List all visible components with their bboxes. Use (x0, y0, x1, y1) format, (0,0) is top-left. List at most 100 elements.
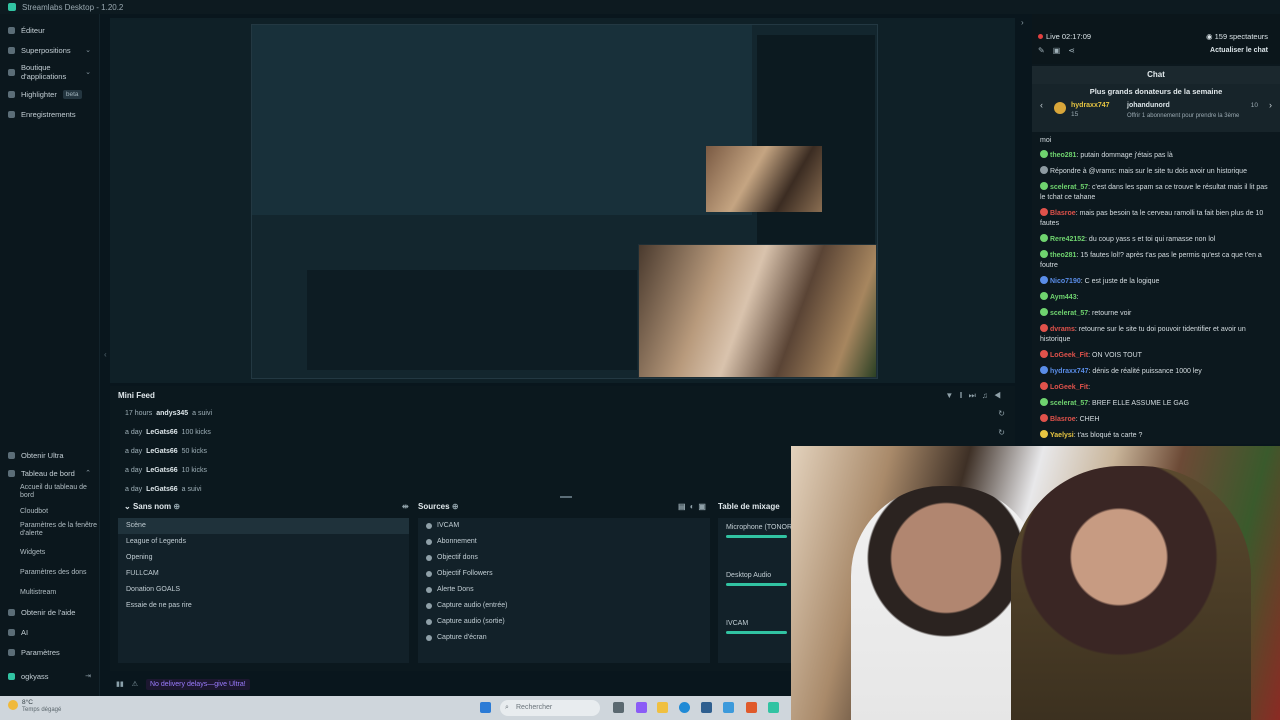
scene-item[interactable]: Opening (118, 550, 409, 566)
sidebar-sub-label: Paramètres de la fenêtre d'alerte (20, 522, 98, 537)
add-source-icon[interactable]: ⊕ (452, 502, 459, 511)
edge-icon[interactable] (679, 702, 690, 713)
sidebar-user[interactable]: ogkyass ⇥ (0, 662, 99, 690)
source-item[interactable]: Abonnement (418, 534, 710, 550)
sidebar-item-help[interactable]: Obtenir de l'aide (0, 602, 99, 622)
copilot-icon[interactable] (636, 702, 647, 713)
gear-icon (8, 648, 15, 656)
sidebar-sub-multistream[interactable]: Multistream (0, 584, 99, 602)
sidebar-item-app-store[interactable]: Boutique d'applications ⌄ (0, 60, 99, 84)
chat-username[interactable]: scelerat_57 (1050, 400, 1088, 407)
filter-icon[interactable]: ▼ (945, 391, 959, 400)
sidebar-item-label: Boutique d'applications (21, 63, 67, 81)
chevron-up-icon[interactable]: ⌃ (85, 469, 91, 477)
collapse-chat-icon[interactable]: › (1021, 18, 1024, 27)
viewer-count-text: 159 spectateurs (1214, 32, 1268, 41)
edit-icon[interactable]: ✎ (1038, 46, 1053, 55)
replay-icon[interactable]: ↻ (998, 409, 1005, 418)
source-item[interactable]: Objectif Followers (418, 566, 710, 582)
mute-icon[interactable]: ♫ (982, 391, 994, 400)
chat-username[interactable]: Nico7190 (1050, 278, 1081, 285)
stats-icon[interactable]: ▮▮ (116, 680, 124, 688)
sidebar-item-ai[interactable]: AI (0, 622, 99, 642)
chat-username[interactable]: LoGeek_Fit (1050, 352, 1088, 359)
source-tools: ▤◐▣ (678, 502, 710, 511)
chat-username[interactable]: theo281 (1050, 152, 1076, 159)
share-icon[interactable]: ⋖ (1068, 46, 1083, 55)
nested-chat (757, 35, 875, 245)
chat-username[interactable]: scelerat_57 (1050, 310, 1088, 317)
chat-username[interactable]: Yaelysi (1050, 432, 1074, 439)
folder-icon[interactable]: ▤ (678, 502, 690, 511)
chevron-down-icon[interactable]: ⌄ (85, 68, 91, 76)
feed-user: LeGats66 (146, 486, 178, 493)
task-view-icon[interactable] (613, 702, 624, 713)
scene-item[interactable]: Donation GOALS (118, 582, 409, 598)
sidebar-item-ultra[interactable]: Obtenir Ultra (0, 446, 99, 464)
sidebar-item-recordings[interactable]: Enregistrements (0, 104, 99, 124)
windows-start-icon[interactable] (480, 702, 491, 713)
mail-icon[interactable] (723, 702, 734, 713)
editor-preview[interactable] (110, 18, 1015, 383)
chat-username[interactable]: dvrams (1050, 326, 1075, 333)
source-item[interactable]: IVCAM (418, 518, 710, 534)
volume-slider[interactable] (726, 583, 787, 586)
source-item[interactable]: Alerte Dons (418, 582, 710, 598)
chat-username[interactable]: theo281 (1050, 252, 1076, 259)
replay-icon[interactable]: ↻ (998, 428, 1005, 437)
chat-username[interactable]: hydraxx747 (1050, 368, 1089, 375)
source-item[interactable]: Capture d'écran (418, 630, 710, 646)
taskbar-search[interactable]: ⌕ Rechercher (500, 700, 600, 716)
logout-icon[interactable]: ⇥ (85, 672, 91, 680)
sidebar-item-editor[interactable]: Éditeur (0, 20, 99, 40)
sidebar-sub-alert-settings[interactable]: Paramètres de la fenêtre d'alerte (0, 520, 99, 544)
scene-item[interactable]: Scène (118, 518, 409, 534)
sidebar-item-highlighter[interactable]: Highlighter beta (0, 84, 99, 104)
source-item[interactable]: Capture audio (sortie) (418, 614, 710, 630)
chat-username[interactable]: LoGeek_Fit (1050, 384, 1088, 391)
chat-username[interactable]: Blasroe (1050, 416, 1076, 423)
pause-icon[interactable]: ‖ (959, 391, 968, 400)
popout-icon[interactable]: ▣ (1053, 46, 1069, 55)
chat-username[interactable]: Aym443 (1050, 294, 1077, 301)
folder-icon[interactable]: ▣ (698, 502, 710, 511)
chevron-down-icon[interactable]: ⌄ (85, 46, 91, 54)
chat-message: scelerat_57: c'est dans les spam sa ce t… (1032, 182, 1280, 203)
store-icon[interactable] (701, 702, 712, 713)
resize-handle[interactable] (560, 496, 572, 498)
prev-arrow-icon[interactable]: ‹ (1040, 100, 1043, 110)
collapse-left-icon[interactable]: ‹ (104, 350, 107, 359)
source-item[interactable]: Objectif dons (418, 550, 710, 566)
streamlabs-taskbar-icon[interactable] (768, 702, 779, 713)
volume-slider[interactable] (726, 631, 787, 634)
sidebar-sub-dashboard-home[interactable]: Accueil du tableau de bord (0, 482, 99, 504)
alert-icon[interactable]: ⚠ (132, 680, 138, 688)
chat-username[interactable]: Rere42152 (1050, 236, 1085, 243)
skip-icon[interactable]: ⏭ (969, 391, 982, 400)
scene-item[interactable]: League of Legends (118, 534, 409, 550)
transition-icon[interactable]: ⇹ (402, 502, 409, 511)
webcam-source-preview[interactable] (638, 244, 877, 378)
sidebar-item-overlays[interactable]: Superpositions ⌄ (0, 40, 99, 60)
sidebar-sub-widgets[interactable]: Widgets (0, 544, 99, 562)
ultra-promo[interactable]: No delivery delays—give Ultra! (146, 678, 250, 690)
sidebar-item-settings[interactable]: Paramètres (0, 642, 99, 662)
chat-username[interactable]: scelerat_57 (1050, 184, 1088, 191)
source-item[interactable]: Capture audio (entrée) (418, 598, 710, 614)
sidebar-item-dashboard[interactable]: Tableau de bord ⌃ (0, 464, 99, 482)
chat-username[interactable]: Blasroe (1050, 210, 1076, 217)
volume-slider[interactable] (726, 535, 787, 538)
volume-icon[interactable]: ◀ (994, 391, 1007, 400)
add-scene-icon[interactable]: ⊕ (173, 502, 180, 511)
sidebar-sub-label: Widgets (20, 549, 46, 556)
file-explorer-icon[interactable] (657, 702, 668, 713)
scene-item[interactable]: Essaie de ne pas rire (118, 598, 409, 614)
refresh-chat-button[interactable]: Actualiser le chat (1210, 47, 1268, 54)
sidebar-sub-cloudbot[interactable]: Cloudbot (0, 504, 99, 520)
scene-item[interactable]: FULLCAM (118, 566, 409, 582)
gift-sub-offer[interactable]: Offrir 1 abonnement pour prendre la 3ème (1127, 113, 1239, 119)
next-arrow-icon[interactable]: › (1269, 100, 1272, 110)
sidebar-sub-donation-settings[interactable]: Paramètres des dons (0, 562, 99, 584)
brave-icon[interactable] (746, 702, 757, 713)
chat-message: Blasroe: mais pas besoin ta le cerveau r… (1032, 208, 1280, 229)
